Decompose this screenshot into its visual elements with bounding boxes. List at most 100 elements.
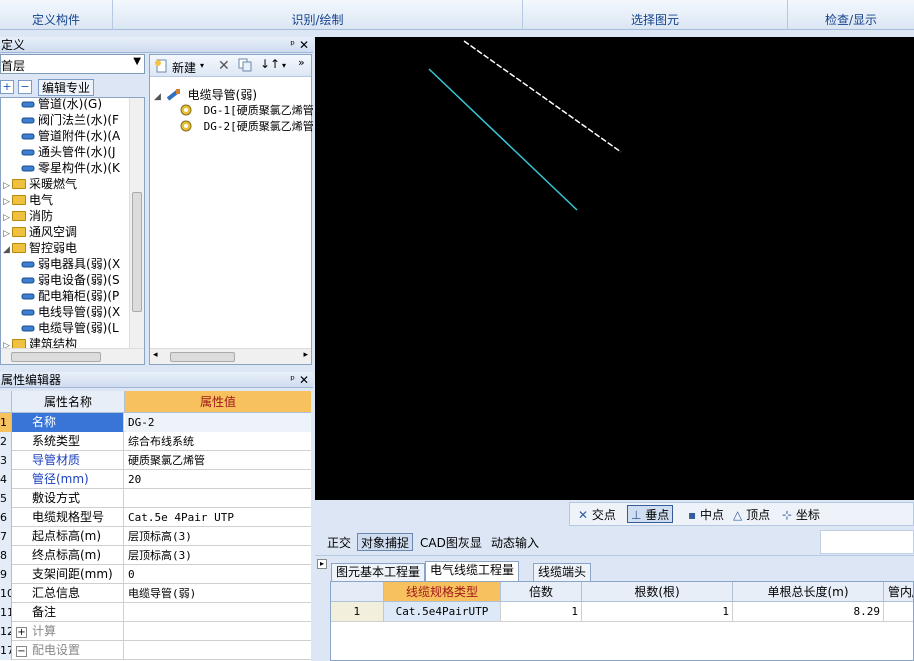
property-row[interactable]: 10 汇总信息 电缆导管(弱) (0, 584, 311, 603)
property-value[interactable]: DG-2 (125, 413, 311, 432)
property-value[interactable]: 综合布线系统 (125, 432, 311, 451)
property-value[interactable] (125, 489, 311, 508)
tree-item[interactable]: 弱电设备(弱)(S (21, 272, 120, 288)
definition-title-text: 定义 (1, 38, 26, 52)
snap-perpendicular[interactable]: ⊥ 垂点 (627, 505, 674, 523)
property-name-text: 配电设置 (32, 643, 81, 657)
cad-gray-button[interactable]: CAD图灰显 (420, 534, 482, 552)
property-row[interactable]: 6 电缆规格型号 Cat.5e 4Pair UTP (0, 508, 311, 527)
collapse-icon[interactable]: ◢ (154, 89, 163, 105)
tree-item[interactable]: 配电箱柜(弱)(P (21, 288, 119, 304)
scrollbar-thumb[interactable] (170, 352, 235, 362)
property-row[interactable]: 3 导管材质 硬质聚氯乙烯管 (0, 451, 311, 470)
tree-item[interactable]: 通头管件(水)(J (21, 144, 116, 160)
ortho-button[interactable]: 正交 (327, 534, 351, 552)
collapse-icon[interactable]: ◢ (3, 242, 12, 258)
cable-conduit-line-cyan[interactable] (428, 68, 578, 211)
property-value[interactable]: 层顶标高(3) (125, 546, 311, 565)
property-row[interactable]: 5 敷设方式 (0, 489, 311, 508)
tab-cable-terminal[interactable]: 线缆端头 (533, 563, 592, 581)
scrollbar-thumb[interactable] (11, 352, 101, 362)
close-icon[interactable]: ✕ (299, 37, 309, 53)
chevron-down-icon[interactable]: ▾ (282, 61, 286, 70)
property-row[interactable]: 11 备注 (0, 603, 311, 622)
property-row[interactable]: 8 终点标高(m) 层顶标高(3) (0, 546, 311, 565)
property-editor-title: 属性编辑器 ᵖ ✕ (0, 372, 313, 388)
property-value[interactable]: Cat.5e 4Pair UTP (125, 508, 311, 527)
component-horizontal-scrollbar[interactable]: ◂ ▸ (150, 348, 311, 364)
tree-vertical-scrollbar[interactable] (129, 98, 144, 348)
property-value[interactable]: 0 (125, 565, 311, 584)
floor-select[interactable]: 首层 ▼ (0, 54, 145, 74)
row-number: 7 (0, 527, 12, 546)
tree-item[interactable]: ▷ 通风空调 (3, 224, 77, 240)
collapse-icon[interactable]: − (16, 646, 27, 657)
scroll-right-icon[interactable]: ▸ (303, 350, 308, 360)
edit-specialty-button[interactable]: 编辑专业 (38, 79, 95, 96)
scroll-left-icon[interactable]: ◂ (153, 350, 158, 360)
tree-item[interactable]: 弱电器具(弱)(X (21, 256, 120, 272)
tree-item[interactable]: 零星构件(水)(K (21, 160, 120, 176)
property-row[interactable]: 12 + 计算 (0, 622, 311, 641)
tree-item[interactable]: 阀门法兰(水)(F (21, 112, 119, 128)
tree-item[interactable]: 电缆导管(弱)(L (21, 320, 119, 336)
object-snap-button[interactable]: 对象捕捉 (357, 533, 414, 551)
component-item[interactable]: DG-1[硬质聚氯乙烯管 (180, 103, 314, 119)
drawing-canvas[interactable] (315, 37, 914, 500)
property-row[interactable]: 4 管径(mm) 20 (0, 470, 311, 489)
tree-item[interactable]: 电线导管(弱)(X (21, 304, 120, 320)
property-row[interactable]: 17−配电设置 (0, 641, 311, 660)
snap-coordinate[interactable]: ⊹ 坐标 (782, 506, 820, 524)
tree-item[interactable]: 管道(水)(G) (21, 98, 102, 112)
component-item[interactable]: DG-2[硬质聚氯乙烯管 (180, 119, 314, 135)
ribbon-group-define: 定义构件 (0, 0, 113, 30)
property-value[interactable]: 层顶标高(3) (125, 527, 311, 546)
snap-vertex[interactable]: △ 顶点 (733, 506, 770, 524)
tree-item[interactable]: ▷ 电气 (3, 192, 53, 208)
panel-menu-icon[interactable]: ▸ (317, 559, 327, 569)
property-value[interactable] (125, 622, 311, 641)
new-button[interactable]: 新建 (172, 59, 196, 76)
tab-basic-quantity[interactable]: 图元基本工程量 (331, 563, 426, 581)
chevron-down-icon[interactable]: ▾ (200, 61, 204, 70)
tab-cable-quantity[interactable]: 电气线缆工程量 (425, 561, 520, 581)
property-row[interactable]: 2 系统类型 综合布线系统 (0, 432, 311, 451)
cable-conduit-line-white[interactable] (463, 40, 622, 153)
property-value[interactable] (125, 603, 311, 622)
pin-icon[interactable]: ᵖ (290, 372, 295, 388)
copy-icon[interactable] (238, 58, 252, 72)
component-item-label: DG-2[硬质聚氯乙烯管 (203, 120, 314, 133)
sort-icon[interactable]: ↓↑ (260, 57, 280, 71)
property-value[interactable]: 硬质聚氯乙烯管 (125, 451, 311, 470)
tree-horizontal-scrollbar[interactable] (1, 348, 144, 364)
scrollbar-thumb[interactable] (132, 192, 142, 312)
dynamic-input-button[interactable]: 动态输入 (491, 534, 539, 552)
tree-item[interactable]: ◢ 智控弱电 (3, 240, 77, 256)
expand-all-icon[interactable]: + (0, 80, 14, 94)
property-value[interactable] (125, 641, 311, 660)
property-name: 管径(mm) (12, 470, 124, 489)
close-icon[interactable]: ✕ (299, 372, 309, 388)
tree-item[interactable]: ▷ 消防 (3, 208, 53, 224)
table-header-count: 根数(根) (582, 582, 733, 602)
ribbon-group-label: 识别/绘制 (291, 13, 344, 27)
property-row[interactable]: 7 起点标高(m) 层顶标高(3) (0, 527, 311, 546)
snap-intersection[interactable]: ✕ 交点 (578, 506, 616, 524)
collapse-all-icon[interactable]: − (18, 80, 32, 94)
snap-options: ✕ 交点 ⊥ 垂点 ▪ 中点 △ 顶点 ⊹ 坐标 (569, 502, 914, 526)
tree-item[interactable]: ▷ 采暖燃气 (3, 176, 77, 192)
overflow-icon[interactable]: » (298, 56, 305, 69)
delete-icon[interactable]: ✕ (218, 58, 230, 74)
tree-item[interactable]: 管道附件(水)(A (21, 128, 120, 144)
pipe-fitting-icon (21, 130, 35, 142)
property-row[interactable]: 1 名称 DG-2 (0, 413, 311, 432)
property-row[interactable]: 9 支架间距(mm) 0 (0, 565, 311, 584)
expand-icon[interactable]: + (16, 627, 27, 638)
snap-midpoint[interactable]: ▪ 中点 (688, 506, 724, 524)
property-value[interactable]: 20 (125, 470, 311, 489)
component-root[interactable]: ◢ 电缆导管(弱) (154, 87, 257, 103)
pin-icon[interactable]: ᵖ (290, 37, 295, 53)
property-name: 名称 (12, 413, 124, 432)
table-row[interactable]: 1 Cat.5e4PairUTP 1 1 8.29 (331, 602, 913, 622)
property-value[interactable]: 电缆导管(弱) (125, 584, 311, 603)
